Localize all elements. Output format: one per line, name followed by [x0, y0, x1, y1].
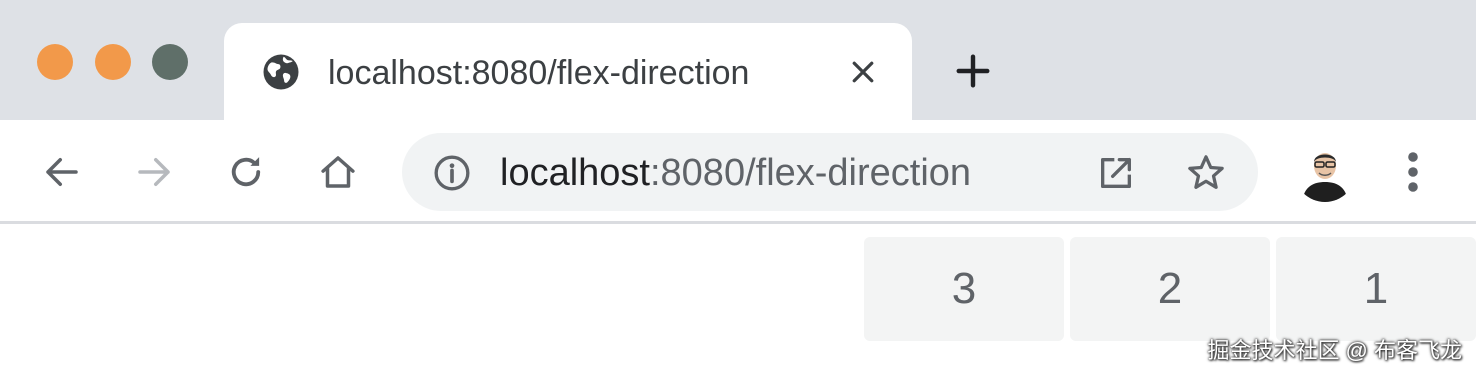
profile-avatar-icon — [1294, 140, 1356, 202]
tab-title: localhost:8080/flex-direction — [328, 54, 750, 92]
reload-icon — [231, 157, 261, 187]
avatar[interactable] — [1294, 140, 1356, 202]
home-button[interactable] — [316, 150, 360, 194]
globe-icon — [263, 54, 299, 90]
arrow-right-icon — [138, 158, 170, 186]
reload-button[interactable] — [224, 150, 268, 194]
url-path: :8080/flex-direction — [649, 152, 972, 194]
flex-container: 1 2 3 — [856, 237, 1476, 341]
home-icon — [321, 156, 355, 188]
tab-strip: localhost:8080/flex-direction — [0, 0, 1476, 123]
flex-item: 1 — [1276, 237, 1476, 341]
watermark: 掘金技术社区 @ 布客飞龙 — [1207, 338, 1462, 363]
star-icon[interactable] — [1184, 151, 1228, 195]
open-in-new-icon[interactable] — [1096, 153, 1136, 193]
toolbar: localhost:8080/flex-direction — [0, 120, 1476, 224]
browser-window: localhost:8080/flex-direction localhost:… — [0, 0, 1476, 377]
info-icon[interactable] — [432, 153, 472, 193]
window-maximize-button[interactable] — [152, 44, 188, 80]
window-minimize-button[interactable] — [95, 44, 131, 80]
url-text[interactable]: localhost:8080/flex-direction — [500, 150, 971, 196]
window-close-button[interactable] — [37, 44, 73, 80]
back-button[interactable] — [40, 150, 84, 194]
new-tab-plus-icon[interactable] — [954, 52, 992, 90]
address-bar[interactable]: localhost:8080/flex-direction — [402, 133, 1258, 211]
forward-button[interactable] — [132, 150, 176, 194]
flex-item: 2 — [1070, 237, 1270, 341]
close-icon[interactable] — [848, 57, 878, 87]
tab-active[interactable]: localhost:8080/flex-direction — [224, 23, 912, 123]
more-vertical-icon[interactable] — [1396, 148, 1430, 196]
url-host: localhost — [500, 152, 650, 194]
flex-item: 3 — [864, 237, 1064, 341]
arrow-left-icon — [46, 158, 78, 186]
